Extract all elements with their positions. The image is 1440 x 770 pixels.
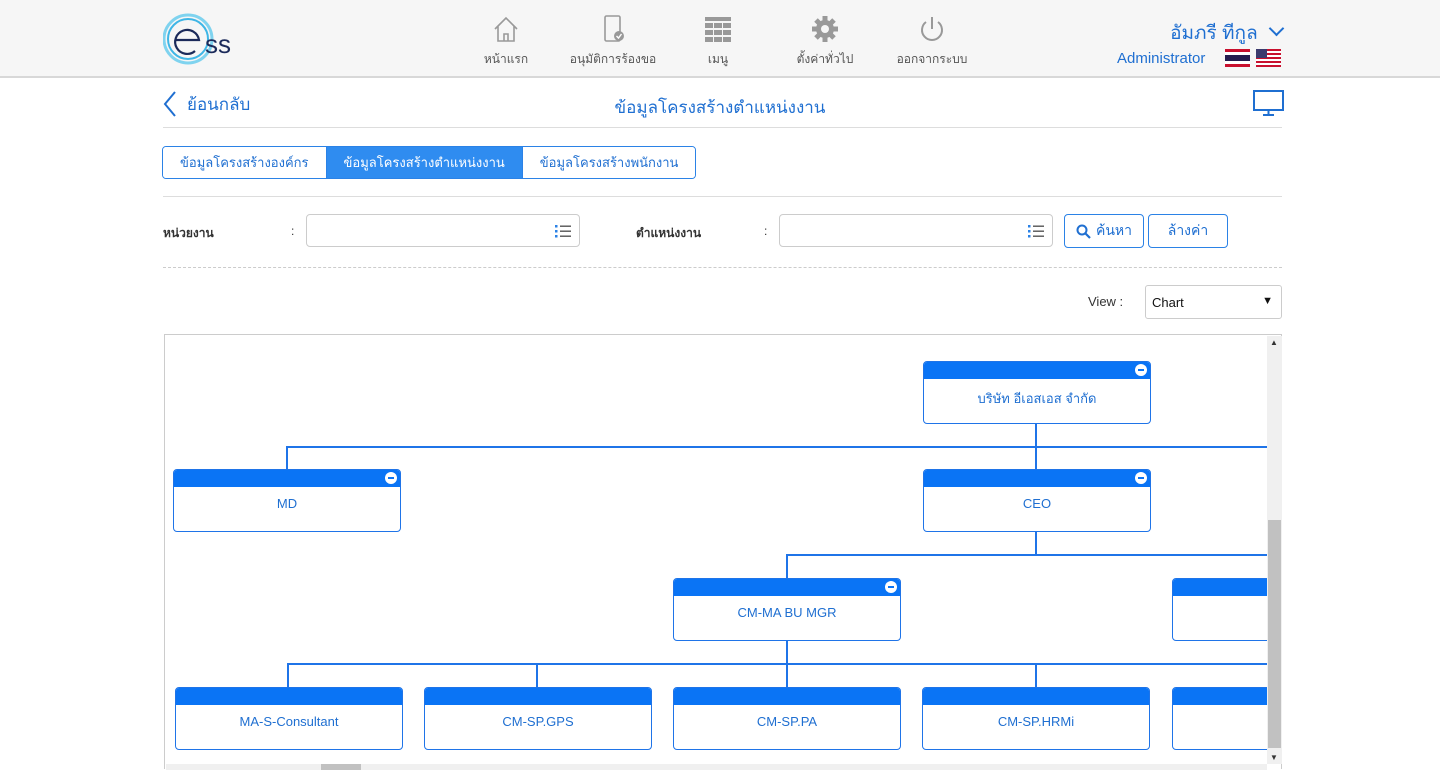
- search-icon: [1076, 224, 1091, 239]
- colon: :: [291, 224, 295, 238]
- node-label: MA-S-Consultant: [239, 714, 339, 729]
- org-chart-panel: บริษัท อีเอสเอส จำกัด MD CEO CM-MA BU MG…: [164, 334, 1282, 770]
- connector: [1035, 532, 1037, 555]
- scroll-down-icon[interactable]: ▼: [1270, 753, 1278, 762]
- divider: [163, 127, 1282, 128]
- connector: [287, 663, 1267, 665]
- org-node-cm-ma[interactable]: CM-MA BU MGR: [673, 578, 901, 641]
- nav-logout[interactable]: ออกจากระบบ: [892, 14, 972, 69]
- view-select[interactable]: Chart ▼: [1145, 285, 1282, 319]
- search-label: ค้นหา: [1095, 222, 1133, 238]
- colon: :: [764, 224, 768, 238]
- divider: [163, 196, 1282, 197]
- node-label: CM: [1173, 714, 1267, 729]
- connector: [286, 446, 288, 469]
- org-node[interactable]: CM: [1172, 687, 1267, 750]
- scrollbar-thumb[interactable]: [1268, 520, 1281, 748]
- node-label: บริษัท อีเอสเอส จำกัด: [977, 391, 1097, 406]
- connector: [786, 554, 1267, 556]
- tab-org-structure[interactable]: ข้อมูลโครงสร้างองค์กร: [163, 147, 327, 178]
- collapse-icon[interactable]: [885, 581, 897, 593]
- dropdown-arrow-icon: ▼: [1262, 295, 1273, 307]
- nav-settings[interactable]: ตั้งค่าทั่วไป: [790, 14, 860, 69]
- us-flag-icon[interactable]: [1256, 49, 1281, 67]
- org-chart-canvas: บริษัท อีเอสเอส จำกัด MD CEO CM-MA BU MG…: [166, 336, 1267, 764]
- position-label: ตำแหน่งงาน: [636, 226, 702, 240]
- nav-label: อนุมัติการร้องขอ: [569, 52, 657, 66]
- user-menu[interactable]: อัมภรี ทีกูล: [1170, 18, 1285, 48]
- search-button[interactable]: ค้นหา: [1064, 214, 1144, 248]
- connector: [287, 446, 1267, 448]
- node-label: MD: [276, 496, 298, 511]
- nav-label: หน้าแรก: [483, 52, 529, 66]
- user-name: อัมภรี ทีกูล: [1170, 23, 1258, 44]
- vertical-scrollbar[interactable]: ▲ ▼: [1267, 336, 1282, 764]
- connector: [1035, 423, 1037, 469]
- node-label: CM-SP.PA: [756, 714, 818, 729]
- clear-button[interactable]: ล้างค่า: [1148, 214, 1228, 248]
- scroll-up-icon[interactable]: ▲: [1270, 338, 1278, 347]
- ess-logo[interactable]: ss: [163, 13, 263, 65]
- user-role: Administrator: [1117, 50, 1206, 67]
- node-label: CM-MA BU MGR: [737, 605, 837, 620]
- org-node[interactable]: CM-SP.GPS: [424, 687, 652, 750]
- home-icon: [494, 16, 518, 42]
- back-label: ย้อนกลับ: [187, 94, 251, 114]
- node-label: CEO: [1022, 496, 1052, 511]
- org-node-pa[interactable]: PA: [1172, 578, 1267, 641]
- monitor-icon[interactable]: [1253, 89, 1285, 117]
- grid-menu-icon: [705, 17, 731, 42]
- org-node-company[interactable]: บริษัท อีเอสเอส จำกัด: [923, 361, 1151, 424]
- unit-label: หน่วยงาน: [163, 226, 214, 240]
- connector: [786, 641, 788, 687]
- connector: [1035, 663, 1037, 687]
- node-label: CM-SP.HRMi: [997, 714, 1075, 729]
- tab-employee-structure[interactable]: ข้อมูลโครงสร้างพนักงาน: [522, 147, 696, 178]
- org-node[interactable]: CM-SP.HRMi: [922, 687, 1150, 750]
- position-input[interactable]: [779, 214, 1053, 247]
- chevron-left-icon: [163, 91, 176, 117]
- node-label: CM-SP.GPS: [502, 714, 574, 729]
- chevron-down-icon: [1268, 20, 1285, 37]
- org-node-md[interactable]: MD: [173, 469, 401, 532]
- org-node-ceo[interactable]: CEO: [923, 469, 1151, 532]
- nav-home[interactable]: หน้าแรก: [480, 14, 532, 69]
- approve-device-icon: [604, 15, 624, 42]
- thai-flag-icon[interactable]: [1225, 49, 1250, 67]
- structure-tabs: ข้อมูลโครงสร้างองค์กร ข้อมูลโครงสร้างตำแ…: [162, 146, 697, 179]
- top-bar: ss หน้าแรก อนุมัติการร้องขอ เมนู ตั้งค่า…: [0, 0, 1440, 78]
- list-icon[interactable]: [555, 223, 571, 239]
- collapse-icon[interactable]: [1135, 364, 1147, 376]
- unit-input[interactable]: [306, 214, 580, 247]
- list-icon[interactable]: [1028, 223, 1044, 239]
- collapse-icon[interactable]: [385, 472, 397, 484]
- connector: [536, 663, 538, 687]
- back-button[interactable]: ย้อนกลับ: [163, 90, 250, 118]
- scrollbar-thumb[interactable]: [321, 764, 361, 770]
- view-selected: Chart: [1152, 295, 1184, 310]
- gear-icon: [812, 16, 838, 42]
- org-node[interactable]: CM-SP.PA: [673, 687, 901, 750]
- connector: [287, 663, 289, 687]
- node-label: PA: [1173, 605, 1267, 620]
- nav-label: ตั้งค่าทั่วไป: [796, 52, 854, 66]
- nav-label: เมนู: [707, 52, 729, 66]
- org-node[interactable]: MA-S-Consultant: [175, 687, 403, 750]
- tab-position-structure[interactable]: ข้อมูลโครงสร้างตำแหน่งงาน: [326, 147, 523, 178]
- connector: [786, 554, 788, 578]
- power-icon: [921, 17, 943, 41]
- view-label: View :: [1088, 294, 1124, 309]
- nav-approve[interactable]: อนุมัติการร้องขอ: [566, 14, 660, 69]
- nav-label: ออกจากระบบ: [896, 52, 968, 66]
- nav-menu[interactable]: เมนู: [696, 14, 740, 69]
- divider: [163, 267, 1282, 268]
- svg-text:ss: ss: [205, 29, 231, 59]
- horizontal-scrollbar[interactable]: [166, 764, 1267, 770]
- collapse-icon[interactable]: [1135, 472, 1147, 484]
